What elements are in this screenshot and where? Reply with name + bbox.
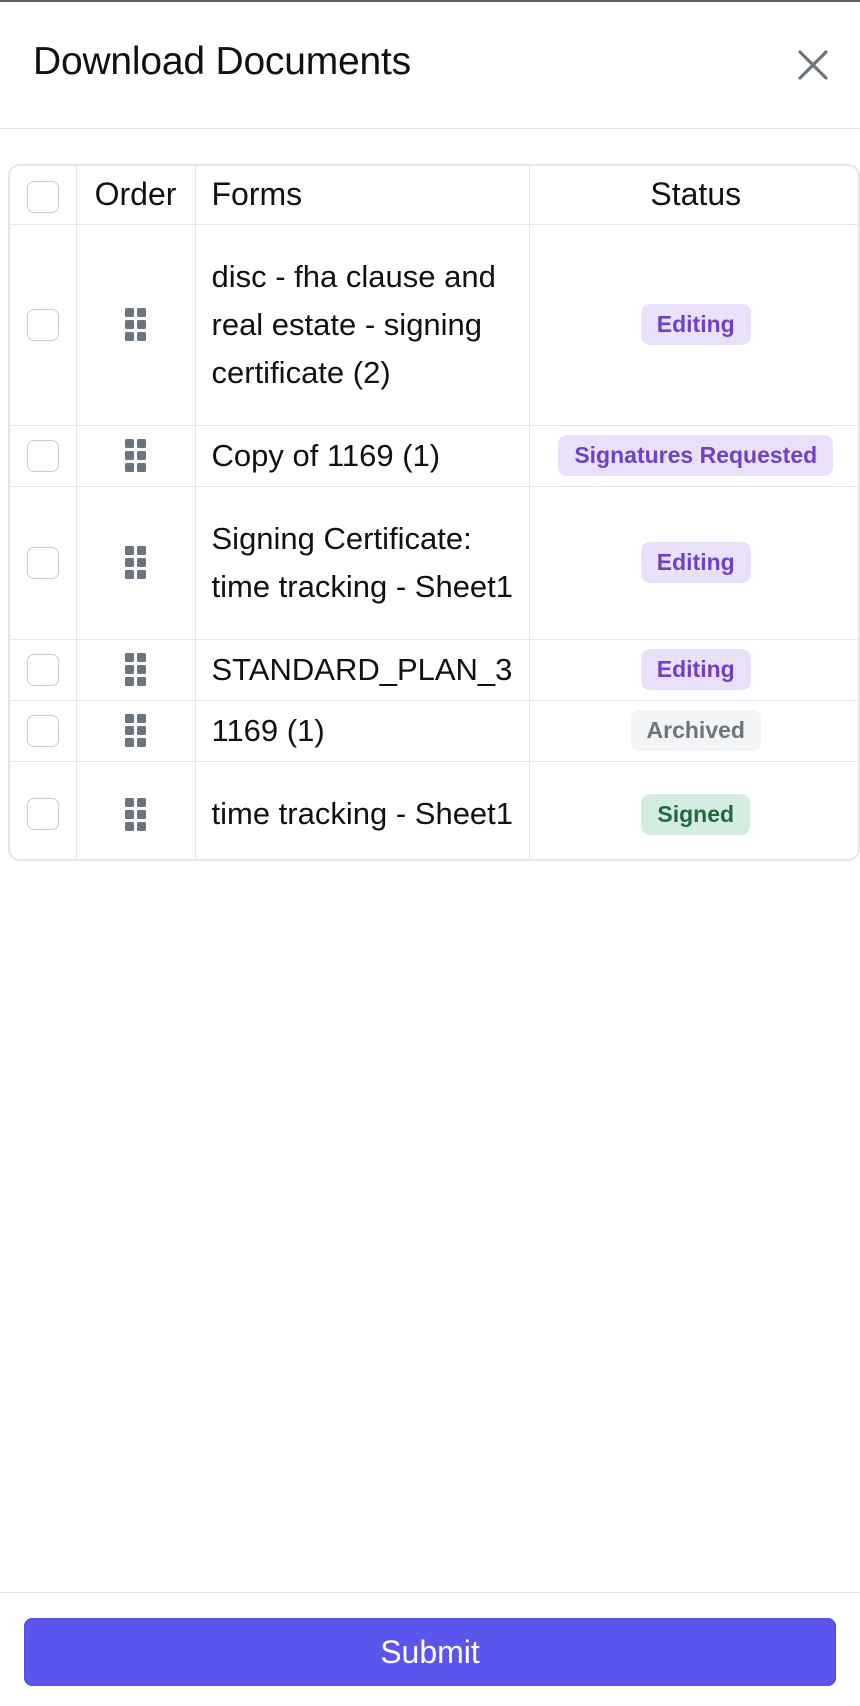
status-cell: Archived bbox=[529, 700, 858, 762]
row-checkbox[interactable] bbox=[26, 439, 59, 472]
drag-handle-icon[interactable] bbox=[125, 308, 146, 341]
documents-table-container: Order Forms Status disc - fha clause and… bbox=[8, 164, 860, 861]
order-cell bbox=[76, 486, 196, 640]
table-header-row: Order Forms Status bbox=[10, 166, 858, 225]
drag-handle-icon[interactable] bbox=[125, 797, 146, 831]
row-checkbox[interactable] bbox=[26, 798, 59, 831]
status-badge: Archived bbox=[630, 710, 761, 751]
row-checkbox[interactable] bbox=[26, 714, 59, 747]
status-badge: Signatures Requested bbox=[558, 435, 834, 476]
row-checkbox[interactable] bbox=[26, 546, 59, 579]
order-column-header: Order bbox=[76, 166, 196, 225]
table-row[interactable]: disc - fha clause and real estate - sign… bbox=[10, 224, 858, 426]
modal-header: Download Documents bbox=[0, 2, 860, 129]
table-row[interactable]: Signing Certificate: time tracking - She… bbox=[10, 486, 858, 640]
submit-button[interactable]: Submit bbox=[24, 1618, 836, 1686]
status-column-header: Status bbox=[529, 166, 858, 225]
form-name-cell: time tracking - Sheet1 bbox=[195, 761, 530, 859]
table-row[interactable]: STANDARD_PLAN_3 Editing bbox=[10, 639, 858, 701]
status-cell: Signatures Requested bbox=[529, 425, 858, 487]
close-icon bbox=[798, 50, 828, 80]
row-checkbox[interactable] bbox=[26, 653, 59, 686]
drag-handle-icon[interactable] bbox=[125, 653, 146, 686]
status-badge: Editing bbox=[640, 304, 751, 345]
row-select-cell bbox=[10, 224, 77, 426]
close-button[interactable] bbox=[794, 46, 832, 84]
modal-footer: Submit bbox=[0, 1592, 860, 1706]
status-cell: Editing bbox=[529, 639, 858, 701]
drag-handle-icon[interactable] bbox=[125, 439, 146, 472]
drag-handle-icon[interactable] bbox=[125, 714, 146, 747]
row-select-cell bbox=[10, 639, 77, 701]
form-name-cell: 1169 (1) bbox=[195, 700, 530, 762]
status-badge: Editing bbox=[640, 649, 751, 690]
download-documents-modal: Download Documents Order Forms Status di… bbox=[0, 0, 860, 1706]
table-row[interactable]: Copy of 1169 (1) Signatures Requested bbox=[10, 425, 858, 487]
order-cell bbox=[76, 761, 196, 859]
order-cell bbox=[76, 224, 196, 426]
order-cell bbox=[76, 639, 196, 701]
order-cell bbox=[76, 700, 196, 762]
documents-table-body: disc - fha clause and real estate - sign… bbox=[10, 224, 858, 859]
order-cell bbox=[76, 425, 196, 487]
form-name-cell: STANDARD_PLAN_3 bbox=[195, 639, 530, 701]
row-select-cell bbox=[10, 761, 77, 859]
form-name-cell: Copy of 1169 (1) bbox=[195, 425, 530, 487]
row-select-cell bbox=[10, 700, 77, 762]
form-name-cell: disc - fha clause and real estate - sign… bbox=[195, 224, 530, 426]
row-select-cell bbox=[10, 425, 77, 487]
drag-handle-icon[interactable] bbox=[125, 546, 146, 579]
status-cell: Editing bbox=[529, 486, 858, 640]
status-badge: Signed bbox=[641, 793, 751, 835]
select-all-checkbox[interactable] bbox=[26, 180, 59, 213]
row-select-cell bbox=[10, 486, 77, 640]
status-cell: Editing bbox=[529, 224, 858, 426]
select-all-header bbox=[10, 166, 77, 225]
status-cell: Signed bbox=[529, 761, 858, 859]
table-row[interactable]: time tracking - Sheet1 Signed bbox=[10, 761, 858, 859]
table-row[interactable]: 1169 (1) Archived bbox=[10, 700, 858, 762]
form-name-cell: Signing Certificate: time tracking - She… bbox=[195, 486, 530, 640]
forms-column-header: Forms bbox=[195, 166, 530, 225]
row-checkbox[interactable] bbox=[26, 308, 59, 341]
modal-title: Download Documents bbox=[33, 40, 411, 83]
documents-table: Order Forms Status disc - fha clause and… bbox=[10, 166, 858, 859]
status-badge: Editing bbox=[640, 542, 751, 583]
